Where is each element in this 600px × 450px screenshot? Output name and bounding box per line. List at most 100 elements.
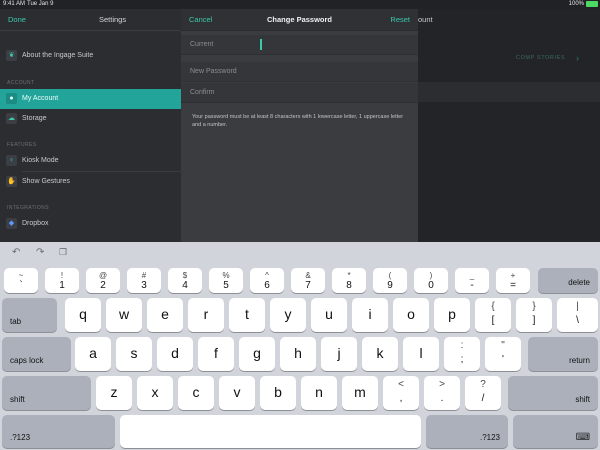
settings-item-show-gestures[interactable]: ✋ Show Gestures (0, 172, 181, 192)
key-g[interactable]: g (239, 337, 275, 371)
key-label: return (569, 356, 590, 365)
key-label: 2 (100, 280, 106, 291)
settings-item-kiosk-mode[interactable]: ♀ Kiosk Mode (0, 151, 181, 171)
key-shift-label: * (347, 271, 351, 280)
key-e[interactable]: e (147, 298, 183, 332)
key-period[interactable]: >. (424, 376, 460, 410)
key-s[interactable]: s (116, 337, 152, 371)
key-8[interactable]: * 8 (332, 268, 366, 293)
key-label: 9 (387, 280, 393, 291)
account-detail-panel: ount COMP STORIES › (418, 9, 600, 242)
key-label: 3 (141, 280, 147, 291)
key-0[interactable]: ) 0 (414, 268, 448, 293)
settings-item-storage[interactable]: ☁ Storage (0, 109, 181, 129)
key-t[interactable]: t (229, 298, 265, 332)
key-v[interactable]: v (219, 376, 255, 410)
undo-icon[interactable]: ↶ (12, 247, 20, 258)
key-shift-label: ? (480, 379, 486, 390)
status-time: 9:41 AM (3, 1, 26, 7)
key-m[interactable]: m (342, 376, 378, 410)
key-9[interactable]: (9 (373, 268, 407, 293)
key-7[interactable]: & 7 (291, 268, 325, 293)
key-y[interactable]: y (270, 298, 306, 332)
key-j[interactable]: j (321, 337, 357, 371)
return-key[interactable]: return (528, 337, 598, 371)
key-i[interactable]: i (352, 298, 388, 332)
settings-panel: Done Settings ❦ About the Ingage Suite A… (0, 9, 181, 242)
key-5[interactable]: % 5 (209, 268, 243, 293)
key-h[interactable]: h (280, 337, 316, 371)
key-r[interactable]: r (188, 298, 224, 332)
numbers-key-left[interactable]: .?123 (2, 415, 115, 448)
key-a[interactable]: a (75, 337, 111, 371)
delete-key[interactable]: delete (538, 268, 598, 293)
key-d[interactable]: d (157, 337, 193, 371)
shift-key-right[interactable]: shift (508, 376, 598, 410)
key-label: tab (10, 317, 22, 326)
key-4[interactable]: $4 (168, 268, 202, 293)
key-minus[interactable]: _ - (455, 268, 489, 293)
key-u[interactable]: u (311, 298, 347, 332)
current-password-field[interactable]: Current (181, 35, 418, 55)
kiosk-icon: ♀ (6, 155, 17, 166)
key-label: z (110, 384, 118, 400)
key-shift-label: < (398, 379, 404, 390)
key-b[interactable]: b (260, 376, 296, 410)
key-f[interactable]: f (198, 337, 234, 371)
reset-button[interactable]: Reset (390, 15, 410, 24)
key-x[interactable]: x (137, 376, 173, 410)
change-password-modal: Cancel Change Password Reset Current New… (181, 9, 418, 242)
key-left-bracket[interactable]: {[ (475, 298, 511, 332)
key-label: k (376, 345, 384, 361)
leaf-icon: ❦ (6, 50, 17, 61)
keyboard-dismiss-key[interactable]: ⌨ (513, 415, 598, 448)
done-button[interactable]: Done (8, 15, 26, 24)
key-label: \ (576, 315, 579, 326)
tab-key[interactable]: tab (2, 298, 57, 332)
space-bar[interactable] (120, 415, 421, 448)
settings-item-my-account[interactable]: ● My Account (0, 89, 181, 109)
hand-icon: ✋ (6, 176, 17, 187)
key-o[interactable]: o (393, 298, 429, 332)
settings-item-dropbox[interactable]: ◆ Dropbox (0, 214, 181, 234)
key-slash[interactable]: ? / (465, 376, 501, 410)
key-2[interactable]: @2 (86, 268, 120, 293)
comp-stories-link[interactable]: COMP STORIES (516, 55, 565, 61)
paste-icon[interactable]: ❐ (59, 247, 67, 258)
key-quote[interactable]: " ' (485, 337, 521, 371)
key-z[interactable]: z (96, 376, 132, 410)
redo-icon[interactable]: ↷ (36, 247, 44, 258)
key-shift-label: } (532, 301, 536, 312)
key-backtick[interactable]: ~ ` (4, 268, 38, 293)
key-l[interactable]: l (403, 337, 439, 371)
key-comma[interactable]: <, (383, 376, 419, 410)
key-backslash[interactable]: | \ (557, 298, 598, 332)
key-label: 6 (264, 280, 270, 291)
field-placeholder: New Password (190, 68, 237, 75)
modal-header: Cancel Change Password Reset (181, 9, 418, 31)
numbers-key-right[interactable]: .?123 (426, 415, 508, 448)
key-equals[interactable]: + = (496, 268, 530, 293)
key-right-bracket[interactable]: }] (516, 298, 552, 332)
caps-lock-key[interactable]: caps lock (2, 337, 71, 371)
key-label: - (470, 280, 474, 291)
key-1[interactable]: ! 1 (45, 268, 79, 293)
key-3[interactable]: #3 (127, 268, 161, 293)
key-c[interactable]: c (178, 376, 214, 410)
on-screen-keyboard: ↶ ↷ ❐ ~ ` ! 1 @2 #3 $4 % 5 ^ 6 & 7 * 8 (9 ) 0 _… (0, 242, 600, 450)
key-6[interactable]: ^ 6 (250, 268, 284, 293)
key-p[interactable]: p (434, 298, 470, 332)
key-label: x (151, 384, 159, 400)
key-n[interactable]: n (301, 376, 337, 410)
key-q[interactable]: q (65, 298, 101, 332)
key-k[interactable]: k (362, 337, 398, 371)
key-label: n (315, 384, 323, 400)
key-label: e (161, 306, 169, 322)
confirm-password-field[interactable]: Confirm (181, 83, 418, 103)
shift-key-left[interactable]: shift (2, 376, 91, 410)
settings-item-about[interactable]: ❦ About the Ingage Suite (0, 46, 181, 66)
key-shift-label: > (439, 379, 445, 390)
new-password-field[interactable]: New Password (181, 62, 418, 82)
key-w[interactable]: w (106, 298, 142, 332)
key-semicolon[interactable]: :; (444, 337, 480, 371)
